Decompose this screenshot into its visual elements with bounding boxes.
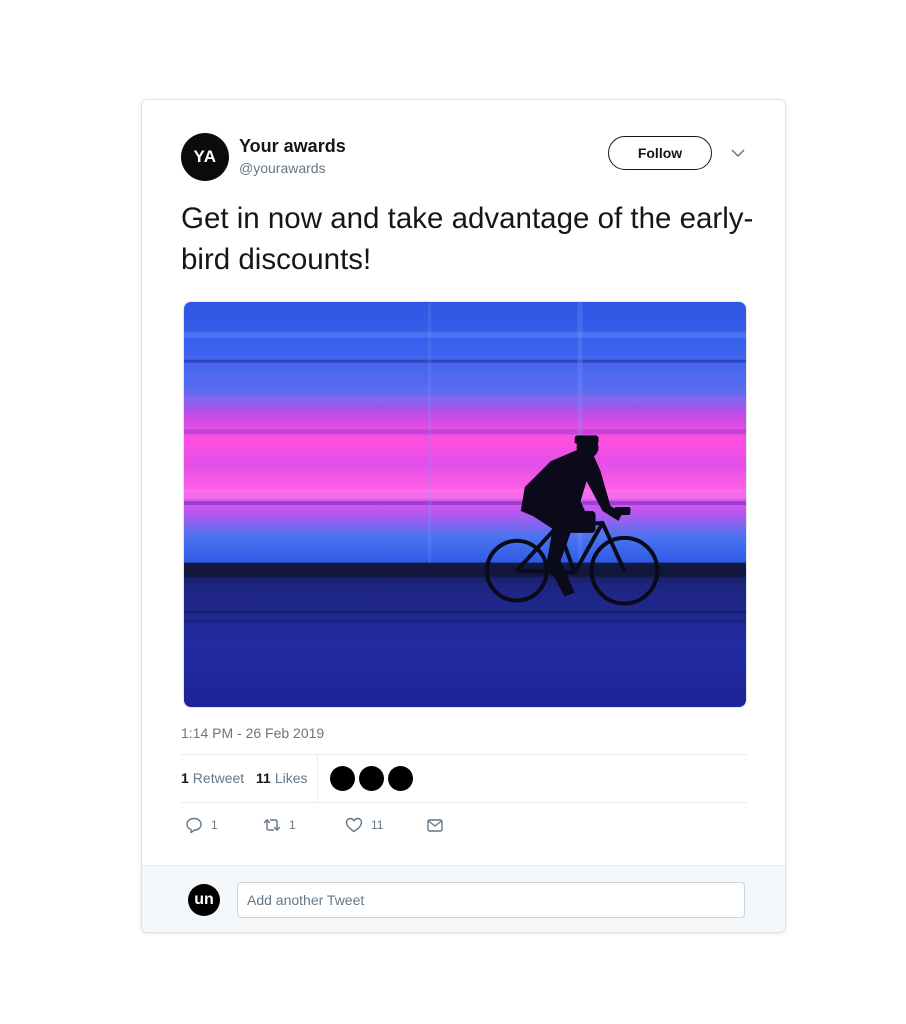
tweet-actions: 1 1 11 xyxy=(181,812,747,842)
tweet-media-image[interactable] xyxy=(183,301,747,708)
author-name[interactable]: Your awards xyxy=(239,136,346,157)
tweet-stats: 1 Retweet 11 Likes xyxy=(181,755,747,802)
tweet-timestamp[interactable]: 1:14 PM - 26 Feb 2019 xyxy=(181,725,324,741)
heart-icon xyxy=(345,817,363,833)
likes-count: 11 xyxy=(256,770,271,786)
liker-avatar[interactable] xyxy=(388,766,413,791)
chevron-down-icon[interactable] xyxy=(730,147,746,159)
add-tweet-input[interactable] xyxy=(237,882,745,918)
divider xyxy=(181,802,747,803)
reply-bar: un xyxy=(142,865,785,932)
retweet-action[interactable]: 1 xyxy=(263,816,296,834)
author-avatar-initials: YA xyxy=(193,147,217,166)
user-avatar[interactable]: un xyxy=(188,884,220,916)
like-count: 11 xyxy=(371,818,384,832)
tweet-text: Get in now and take advantage of the ear… xyxy=(181,202,754,276)
author-handle[interactable]: @yourawards xyxy=(239,160,326,176)
envelope-icon xyxy=(427,819,443,832)
direct-message-action[interactable] xyxy=(426,816,444,834)
reply-icon xyxy=(186,817,202,834)
user-avatar-initials: un xyxy=(194,891,214,908)
follow-button[interactable]: Follow xyxy=(608,136,712,170)
retweets-count: 1 xyxy=(181,770,189,786)
tweet-card: YA Your awards @yourawards Follow Get in… xyxy=(141,99,786,933)
liker-avatar[interactable] xyxy=(359,766,384,791)
likes-label: Likes xyxy=(274,770,308,786)
author-avatar[interactable]: YA xyxy=(181,133,229,181)
liker-avatar[interactable] xyxy=(330,766,355,791)
retweet-count: 1 xyxy=(289,818,296,832)
retweets-label: Retweet xyxy=(192,770,245,786)
retweets-stat[interactable]: 1 Retweet xyxy=(181,770,244,786)
reply-count: 1 xyxy=(211,818,218,832)
likes-stat[interactable]: 11 Likes xyxy=(256,770,308,786)
like-action[interactable]: 11 xyxy=(345,816,383,834)
stats-separator xyxy=(317,755,318,802)
retweet-icon xyxy=(263,819,281,831)
reply-action[interactable]: 1 xyxy=(185,816,218,834)
